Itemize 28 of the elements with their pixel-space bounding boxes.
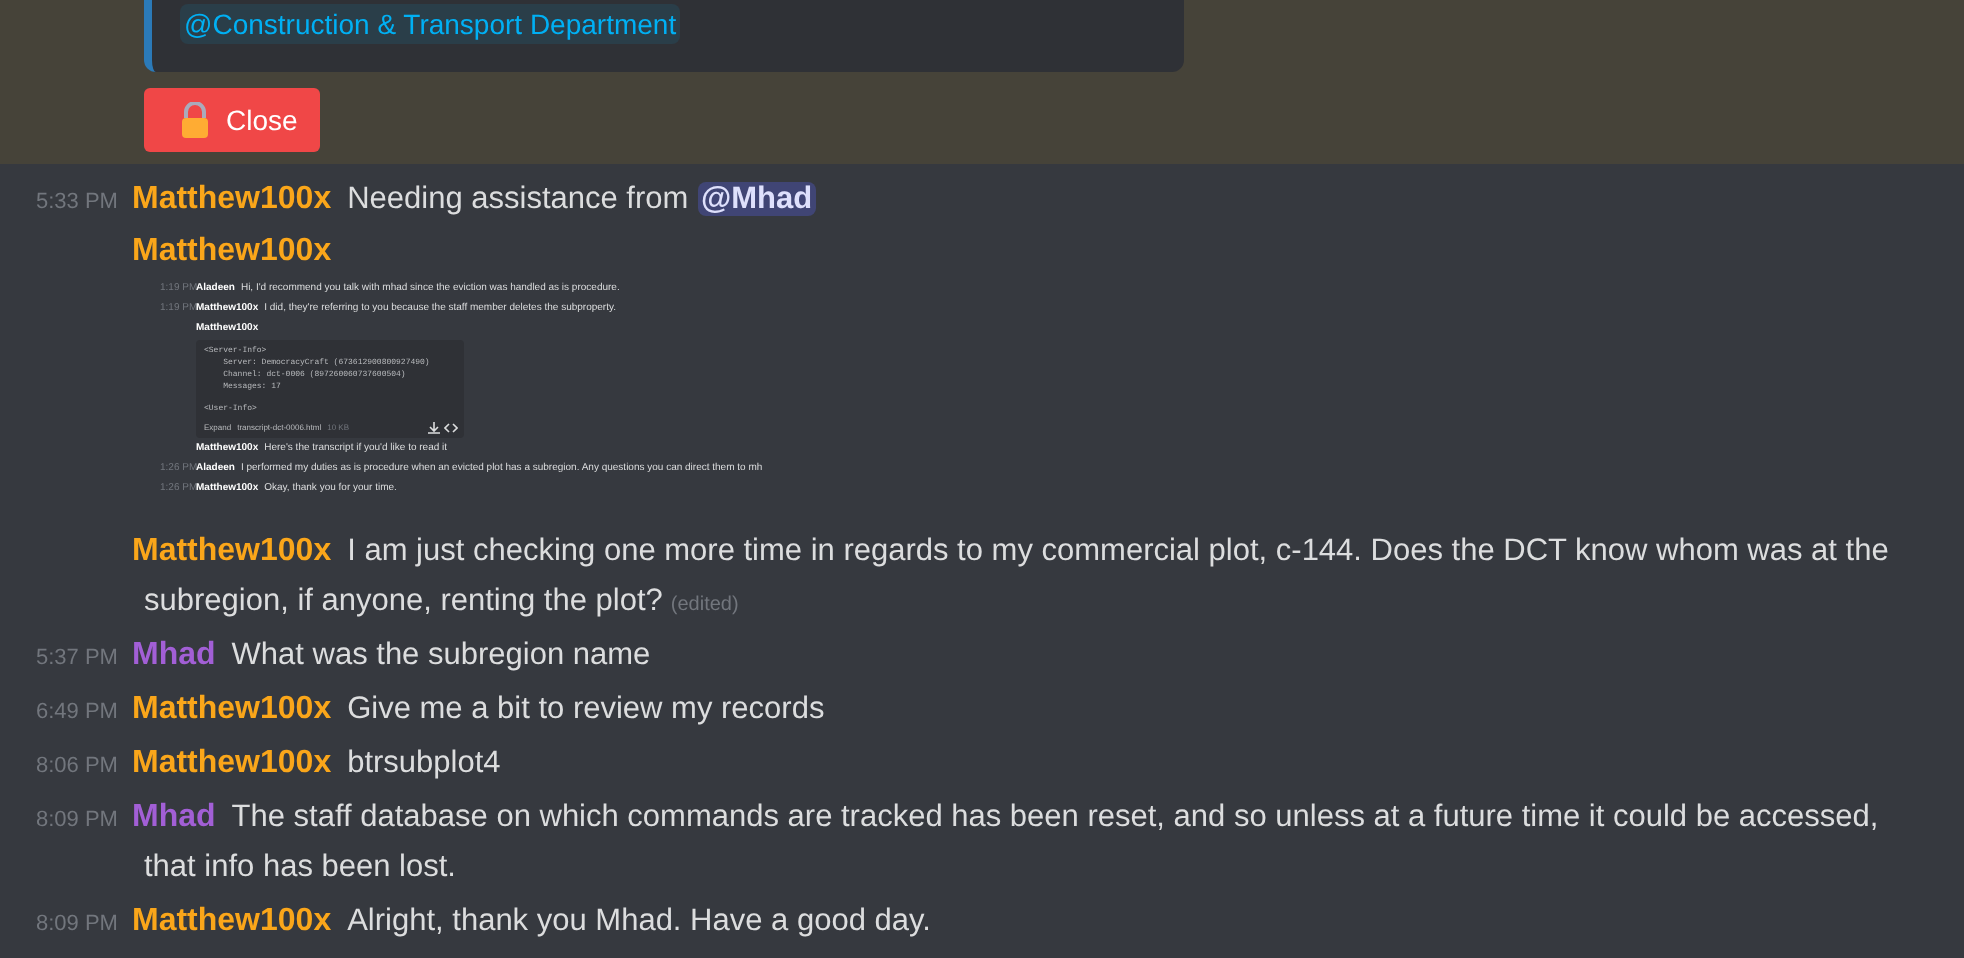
timestamp: 8:06 PM — [36, 754, 118, 778]
role-mention[interactable]: @Construction & Transport Department — [180, 4, 681, 44]
message-text: What was the subregion name — [231, 638, 651, 672]
padlock-icon — [180, 102, 210, 138]
message-text: Alright, thank you Mhad. Have a good day. — [347, 904, 931, 938]
timestamp: 6:49 PM — [36, 700, 118, 724]
message-text: I am just checking one more time in regards to my commercial plot, c-144. Does the DCT know whom was at the — [347, 534, 1889, 568]
username[interactable]: Matthew100x — [132, 746, 332, 780]
message-text: Needing assistance from — [347, 182, 689, 216]
username[interactable]: Matthew100x — [132, 182, 332, 216]
message-text: Give me a bit to review my records — [347, 692, 825, 726]
username[interactable]: Matthew100x — [132, 692, 332, 726]
username[interactable]: Matthew100x — [132, 534, 332, 568]
message-text: subregion, if anyone, renting the plot? — [144, 584, 663, 618]
username[interactable]: Matthew100x — [132, 234, 332, 268]
message-text: btrsubplot4 — [347, 746, 501, 780]
message-text: The staff database on which commands are tracked has been reset, and so unless at a future time it could be accessed, — [231, 800, 1879, 834]
timestamp: 8:09 PM — [36, 808, 118, 832]
timestamp: 5:33 PM — [36, 190, 118, 214]
code-icon[interactable] — [444, 422, 458, 434]
timestamp: 8:09 PM — [36, 912, 118, 936]
user-mention[interactable]: @Mhad — [697, 182, 817, 216]
edited-label: (edited) — [670, 594, 739, 616]
username[interactable]: Matthew100x — [132, 904, 332, 938]
download-icon[interactable] — [428, 422, 440, 434]
timestamp: 5:37 PM — [36, 646, 118, 670]
message-text: that info has been lost. — [144, 850, 456, 884]
close-button[interactable]: Close — [144, 88, 320, 152]
